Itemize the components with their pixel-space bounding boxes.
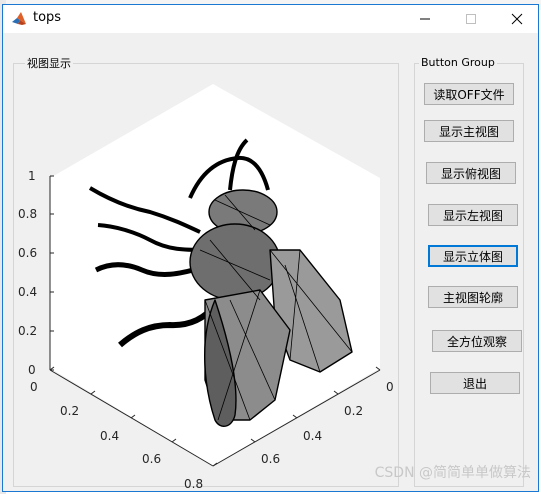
3d-axes[interactable]: 0 0.2 0.4 0.6 0.8 1 0 0.2 0.4 0.6 0.8 0 … [0,0,541,494]
y-tick-1: 0.2 [344,404,363,418]
csdn-watermark: CSDN @简简单单做算法 [374,465,531,481]
z-tick-1: 0.2 [18,324,37,338]
x-tick-0: 0 [30,380,38,394]
z-tick-2: 0.4 [18,285,37,299]
x-tick-3: 0.6 [142,452,161,466]
z-tick-0: 0 [28,363,36,377]
y-tick-3: 0.6 [261,452,280,466]
z-tick-4: 0.8 [18,207,37,221]
x-tick-4: 0.8 [184,477,203,491]
z-tick-3: 0.6 [18,246,37,260]
x-tick-1: 0.2 [60,404,79,418]
x-tick-2: 0.4 [100,429,119,443]
z-tick-5: 1 [28,169,36,183]
y-tick-2: 0.4 [303,429,322,443]
y-tick-0: 0 [386,380,394,394]
